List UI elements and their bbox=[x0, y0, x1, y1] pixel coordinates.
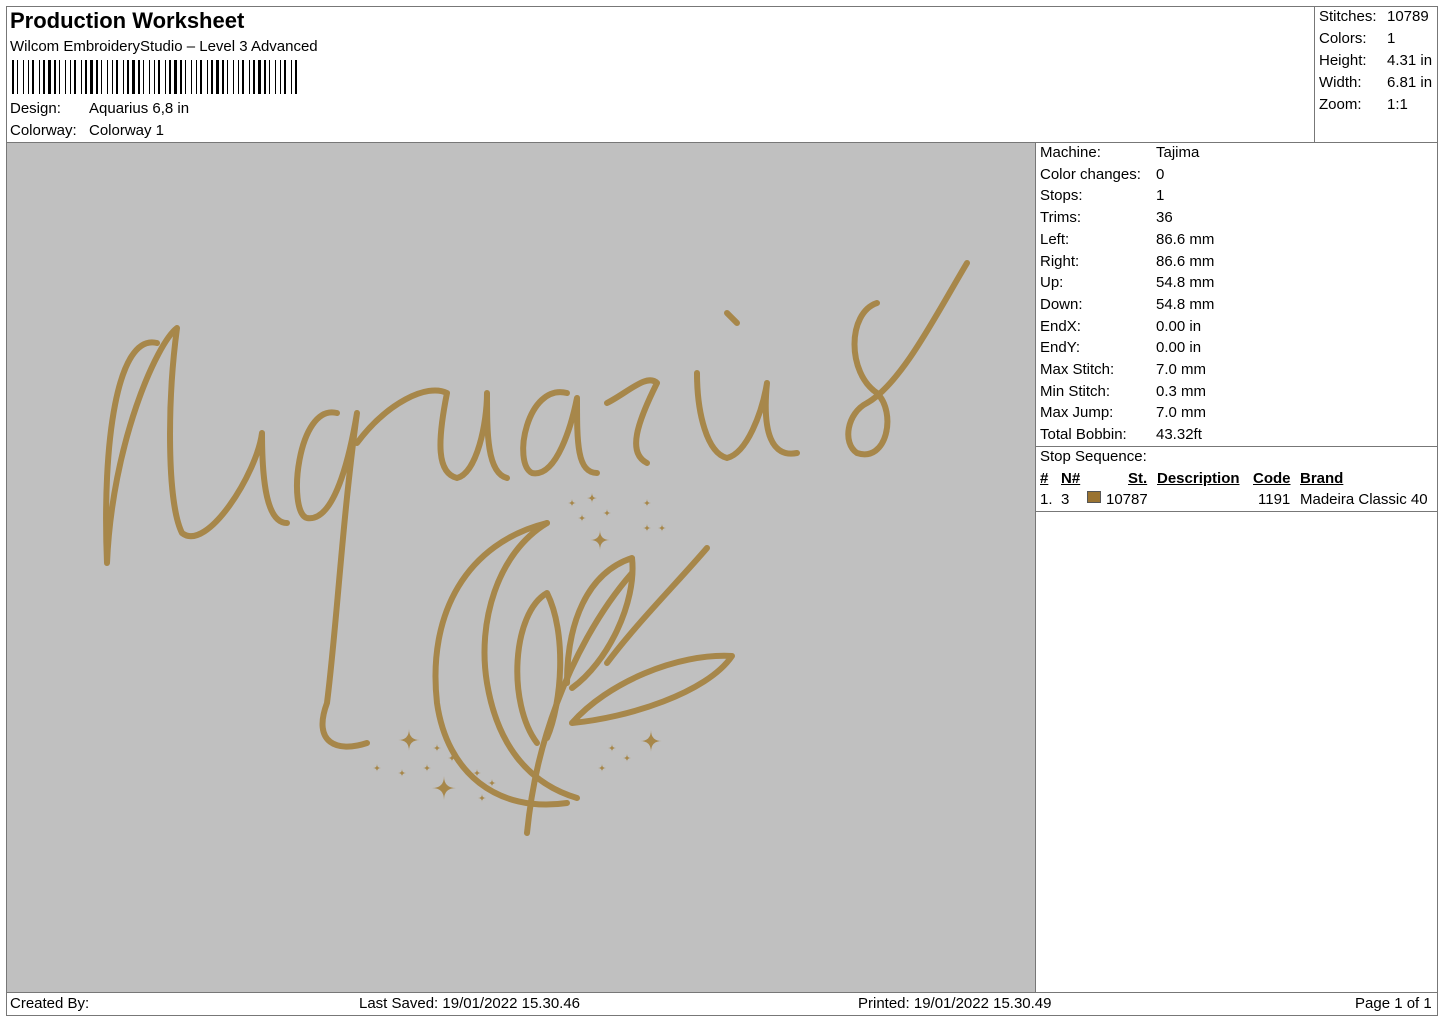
detail-label: Machine: bbox=[1040, 144, 1101, 161]
detail-value: 54.8 mm bbox=[1156, 295, 1215, 313]
col-description-header: Description bbox=[1157, 470, 1240, 487]
software-name: Wilcom EmbroideryStudio – Level 3 Advanc… bbox=[10, 38, 318, 55]
sparkle-star bbox=[578, 514, 586, 522]
sparkle-star bbox=[398, 769, 406, 777]
detail-value: 7.0 mm bbox=[1156, 361, 1207, 378]
detail-value: 0 bbox=[1156, 165, 1165, 183]
stop-row-code: 1191 bbox=[1258, 491, 1291, 508]
detail-label: Max Jump: bbox=[1040, 404, 1114, 422]
summary-stitches-value: 10789 bbox=[1387, 8, 1429, 25]
design-preview bbox=[7, 143, 1035, 992]
detail-value: 54.8 mm bbox=[1156, 274, 1215, 292]
detail-value: 43.32ft bbox=[1156, 426, 1202, 444]
detail-label: Down: bbox=[1040, 295, 1083, 313]
footer-created-by: Created By: bbox=[10, 995, 90, 1012]
design-label: Design: bbox=[10, 100, 61, 117]
summary-zoom-label: Zoom: bbox=[1319, 96, 1362, 113]
sparkle-star bbox=[432, 776, 456, 800]
detail-value: Tajima bbox=[1156, 144, 1200, 161]
summary-width-value: 6.81 in bbox=[1387, 74, 1433, 91]
footer-last-saved: Last Saved: 19/01/2022 15.30.46 bbox=[359, 995, 581, 1012]
stop-row-num: 1. bbox=[1040, 491, 1053, 508]
detail-label: Stops: bbox=[1040, 187, 1083, 205]
sparkle-star bbox=[398, 729, 420, 751]
details-divider bbox=[1035, 142, 1036, 992]
design-value: Aquarius 6,8 in bbox=[89, 100, 190, 117]
stop-sequence-divider bbox=[1035, 511, 1438, 512]
sparkle-star bbox=[433, 744, 441, 752]
detail-label: EndY: bbox=[1040, 339, 1081, 357]
col-num-header: # bbox=[1040, 470, 1049, 487]
sparkle-star bbox=[478, 794, 486, 802]
detail-label: Trims: bbox=[1040, 209, 1082, 227]
sparkle-star bbox=[587, 493, 597, 503]
detail-label: Up: bbox=[1040, 274, 1064, 292]
footer-divider bbox=[6, 992, 1438, 993]
summary-colors-label: Colors: bbox=[1319, 30, 1367, 47]
detail-value: 36 bbox=[1156, 209, 1173, 227]
detail-value: 7.0 mm bbox=[1156, 404, 1207, 422]
col-code-header: Code bbox=[1253, 470, 1291, 487]
footer-page: Page 1 of 1 bbox=[1355, 995, 1432, 1012]
detail-value: 0.3 mm bbox=[1156, 382, 1207, 400]
summary-zoom-value: 1:1 bbox=[1387, 96, 1408, 113]
worksheet-title: Production Worksheet bbox=[10, 8, 245, 33]
sparkle-star bbox=[603, 509, 611, 517]
sparkle-star bbox=[640, 730, 662, 752]
sparkle-star bbox=[623, 754, 631, 762]
sparkle-star bbox=[488, 779, 496, 787]
stop-row-brand: Madeira Classic 40 bbox=[1300, 491, 1428, 508]
col-n-header: N# bbox=[1061, 470, 1081, 487]
summary-width-label: Width: bbox=[1319, 74, 1362, 91]
detail-label: Total Bobbin: bbox=[1040, 426, 1127, 444]
summary-height-value: 4.31 in bbox=[1387, 52, 1433, 69]
sparkle-star bbox=[643, 499, 651, 507]
sparkle-star bbox=[423, 764, 431, 772]
stop-sequence-title: Stop Sequence: bbox=[1040, 448, 1147, 465]
detail-label: Right: bbox=[1040, 252, 1080, 270]
sparkle-star bbox=[643, 524, 651, 532]
col-brand-header: Brand bbox=[1300, 470, 1344, 487]
sparkle-star bbox=[568, 499, 576, 507]
sparkle-star bbox=[373, 764, 381, 772]
detail-label: EndX: bbox=[1040, 317, 1081, 335]
sparkle-star bbox=[608, 744, 616, 752]
summary-height-label: Height: bbox=[1319, 52, 1367, 69]
sparkle-star bbox=[658, 524, 666, 532]
summary-stitches-label: Stitches: bbox=[1319, 8, 1377, 25]
footer-printed: Printed: 19/01/2022 15.30.49 bbox=[858, 995, 1052, 1012]
colorway-label: Colorway: bbox=[10, 122, 77, 139]
barcode bbox=[12, 60, 297, 94]
detail-value: 0.00 in bbox=[1156, 339, 1202, 357]
detail-label: Max Stitch: bbox=[1040, 361, 1115, 378]
stop-row-n: 3 bbox=[1061, 491, 1070, 508]
summary-colors-value: 1 bbox=[1387, 30, 1396, 47]
embroidery-design bbox=[103, 260, 970, 836]
stop-row-stitches: 10787 bbox=[1106, 491, 1148, 508]
details-bottom-divider bbox=[1035, 446, 1438, 447]
summary-divider bbox=[1314, 6, 1315, 142]
col-st-header: St. bbox=[1128, 470, 1148, 487]
detail-label: Left: bbox=[1040, 230, 1070, 248]
colorway-value: Colorway 1 bbox=[89, 122, 165, 139]
detail-label: Color changes: bbox=[1040, 165, 1141, 183]
detail-value: 86.6 mm bbox=[1156, 252, 1215, 270]
sparkle-star bbox=[590, 530, 610, 550]
detail-value: 1 bbox=[1156, 187, 1165, 205]
thread-color-swatch bbox=[1087, 491, 1101, 503]
detail-label: Min Stitch: bbox=[1040, 382, 1111, 400]
sparkle-star bbox=[598, 764, 606, 772]
detail-value: 86.6 mm bbox=[1156, 230, 1215, 248]
detail-value: 0.00 in bbox=[1156, 317, 1202, 335]
